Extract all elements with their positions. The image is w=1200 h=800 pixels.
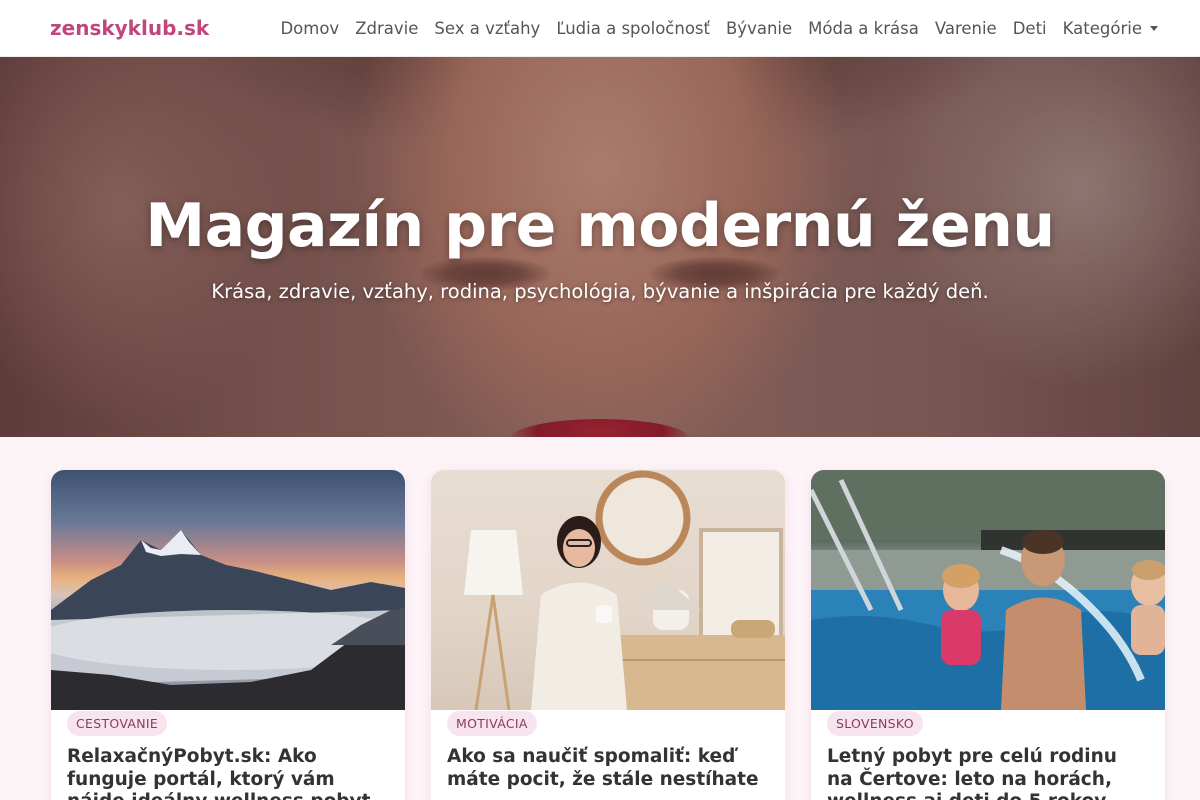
- category-badge[interactable]: MOTIVÁCIA: [447, 711, 537, 736]
- article-title[interactable]: Letný pobyt pre celú rodinu na Čertove: …: [827, 746, 1149, 800]
- hero-content: Magazín pre modernú ženu Krása, zdravie,…: [0, 57, 1200, 437]
- hero-banner: Magazín pre modernú ženu Krása, zdravie,…: [0, 57, 1200, 437]
- main-nav: Domov Zdravie Sex a vzťahy Ľudia a spolo…: [280, 19, 1158, 38]
- nav-item-ludia-a-spolocnost[interactable]: Ľudia a spoločnosť: [556, 19, 710, 38]
- nav-dropdown-kategorie[interactable]: Kategórie: [1063, 19, 1158, 38]
- article-card[interactable]: MOTIVÁCIA Ako sa naučiť spomaliť: keď má…: [431, 470, 785, 800]
- nav-dropdown-label: Kategórie: [1062, 18, 1142, 38]
- nav-item-sex-a-vztahy[interactable]: Sex a vzťahy: [434, 19, 540, 38]
- article-card[interactable]: CESTOVANIE RelaxačnýPobyt.sk: Ako funguj…: [51, 470, 405, 800]
- hero-title: Magazín pre modernú ženu: [145, 191, 1055, 261]
- hero-subtitle: Krása, zdravie, vzťahy, rodina, psycholó…: [211, 280, 989, 303]
- category-badge[interactable]: SLOVENSKO: [827, 711, 923, 736]
- brand-logo-link[interactable]: zenskyklub.sk: [50, 16, 209, 40]
- article-image-mountains[interactable]: [51, 470, 405, 710]
- nav-item-deti[interactable]: Deti: [1013, 19, 1047, 38]
- article-image-woman-room[interactable]: [431, 470, 785, 710]
- nav-item-zdravie[interactable]: Zdravie: [355, 19, 418, 38]
- caret-down-icon: [1150, 25, 1158, 31]
- article-title[interactable]: RelaxačnýPobyt.sk: Ako funguje portál, k…: [67, 746, 389, 800]
- nav-item-moda-a-krasa[interactable]: Móda a krása: [808, 19, 919, 38]
- category-badge[interactable]: CESTOVANIE: [67, 711, 168, 736]
- article-title[interactable]: Ako sa naučiť spomaliť: keď máte pocit, …: [447, 746, 769, 791]
- nav-item-domov[interactable]: Domov: [280, 19, 339, 38]
- nav-item-varenie[interactable]: Varenie: [935, 19, 997, 38]
- top-navbar: zenskyklub.sk Domov Zdravie Sex a vzťahy…: [0, 0, 1200, 57]
- article-card[interactable]: SLOVENSKO Letný pobyt pre celú rodinu na…: [811, 470, 1165, 800]
- article-image-family-pool[interactable]: [811, 470, 1165, 710]
- nav-item-byvanie[interactable]: Bývanie: [726, 19, 792, 38]
